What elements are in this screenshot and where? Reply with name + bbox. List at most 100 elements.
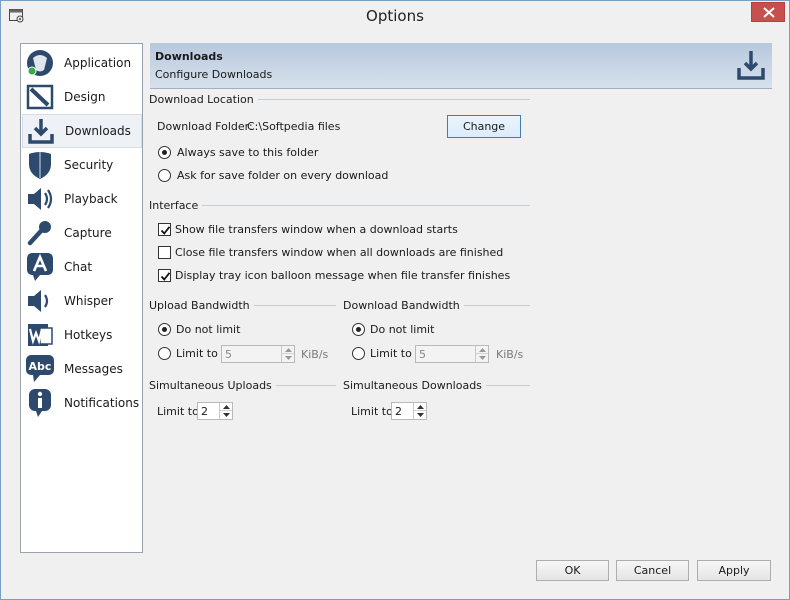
ask-folder-radio[interactable]	[158, 169, 171, 182]
page-header: Downloads Configure Downloads	[150, 43, 772, 89]
uploads-limit-label: Limit to	[157, 405, 199, 418]
chat-icon	[24, 251, 56, 283]
sidebar-item-label: Security	[64, 158, 114, 172]
close-window-label: Close file transfers window when all dow…	[175, 246, 504, 259]
upload-bandwidth-group-label: Upload Bandwidth	[149, 299, 254, 312]
sidebar-item-messages[interactable]: Abc Messages	[22, 352, 142, 386]
sidebar-item-whisper[interactable]: Whisper	[22, 284, 142, 318]
hotkeys-icon	[24, 319, 56, 351]
options-window: Options Application Design Downloads Sec…	[0, 0, 790, 600]
interface-group-label: Interface	[149, 199, 203, 212]
sidebar-item-label: Whisper	[64, 294, 113, 308]
chevron-up-icon[interactable]	[476, 346, 488, 354]
options-sidebar: Application Design Downloads Security Pl…	[20, 43, 143, 553]
stepper-arrows[interactable]	[219, 403, 232, 419]
sidebar-item-label: Chat	[64, 260, 93, 274]
always-save-radio[interactable]	[158, 146, 171, 159]
stepper-arrows[interactable]	[475, 346, 488, 362]
close-button[interactable]	[751, 2, 785, 22]
design-icon	[24, 81, 56, 113]
group-divider	[149, 205, 530, 206]
stepper-arrows[interactable]	[281, 346, 294, 362]
page-subtitle: Configure Downloads	[155, 68, 273, 81]
upload-unit-label: KiB/s	[301, 348, 329, 361]
chevron-up-icon[interactable]	[414, 403, 426, 411]
show-window-checkbox[interactable]	[158, 223, 171, 236]
upload-no-limit-label: Do not limit	[176, 323, 241, 336]
change-folder-button[interactable]: Change	[447, 115, 521, 138]
sidebar-item-label: Downloads	[65, 124, 131, 138]
downloads-header-icon	[736, 49, 766, 84]
page-title: Downloads	[155, 50, 223, 63]
ask-folder-label: Ask for save folder on every download	[177, 169, 389, 182]
apply-button[interactable]: Apply	[697, 560, 771, 581]
svg-text:Abc: Abc	[29, 360, 52, 373]
sidebar-item-application[interactable]: Application	[22, 46, 142, 80]
chevron-up-icon[interactable]	[220, 403, 232, 411]
simultaneous-downloads-group-label: Simultaneous Downloads	[343, 379, 486, 392]
uploads-limit-stepper[interactable]	[197, 402, 233, 420]
sidebar-item-label: Messages	[64, 362, 123, 376]
chevron-up-icon[interactable]	[282, 346, 294, 354]
always-save-label: Always save to this folder	[177, 146, 319, 159]
chevron-down-icon[interactable]	[476, 354, 488, 362]
cancel-button[interactable]: Cancel	[616, 560, 689, 581]
close-window-checkbox[interactable]	[158, 246, 171, 259]
tray-balloon-label: Display tray icon balloon message when f…	[175, 269, 511, 282]
download-limit-input[interactable]	[416, 346, 474, 362]
download-location-group-label: Download Location	[149, 93, 258, 106]
whisper-icon	[24, 285, 56, 317]
sidebar-item-hotkeys[interactable]: Hotkeys	[22, 318, 142, 352]
close-icon	[763, 7, 775, 18]
tray-balloon-checkbox[interactable]	[158, 269, 171, 282]
downloads-icon	[25, 115, 57, 147]
upload-no-limit-radio[interactable]	[158, 323, 171, 336]
sidebar-item-label: Notifications	[64, 396, 140, 410]
sidebar-item-label: Design	[64, 90, 106, 104]
info-icon	[24, 387, 56, 419]
checkmark-icon	[160, 272, 171, 281]
sidebar-item-label: Playback	[64, 192, 118, 206]
shield-icon	[24, 149, 56, 181]
download-limit-radio[interactable]	[352, 347, 365, 360]
sidebar-item-label: Application	[64, 56, 132, 70]
sidebar-item-capture[interactable]: Capture	[22, 216, 142, 250]
chevron-down-icon[interactable]	[220, 411, 232, 419]
ok-button[interactable]: OK	[536, 560, 609, 581]
download-folder-label: Download Folder:	[157, 120, 253, 133]
microphone-icon	[24, 217, 56, 249]
show-window-label: Show file transfers window when a downlo…	[175, 223, 458, 236]
uploads-limit-input[interactable]	[198, 403, 218, 419]
download-limit-stepper[interactable]	[415, 345, 489, 363]
window-title: Options	[366, 7, 424, 25]
simultaneous-uploads-group-label: Simultaneous Uploads	[149, 379, 276, 392]
download-folder-value: C:\Softpedia files	[247, 120, 341, 133]
downloads-limit-input[interactable]	[392, 403, 412, 419]
messages-icon: Abc	[24, 353, 56, 385]
sidebar-item-label: Hotkeys	[64, 328, 113, 342]
chevron-down-icon[interactable]	[282, 354, 294, 362]
upload-limit-stepper[interactable]	[221, 345, 295, 363]
sidebar-item-security[interactable]: Security	[22, 148, 142, 182]
download-unit-label: KiB/s	[496, 348, 524, 361]
sidebar-item-chat[interactable]: Chat	[22, 250, 142, 284]
sidebar-item-label: Capture	[64, 226, 112, 240]
checkmark-icon	[160, 226, 171, 235]
stepper-arrows[interactable]	[413, 403, 426, 419]
sidebar-item-playback[interactable]: Playback	[22, 182, 142, 216]
download-limit-label: Limit to	[370, 347, 412, 360]
upload-limit-radio[interactable]	[158, 347, 171, 360]
title-bar: Options	[1, 1, 789, 31]
sidebar-item-notifications[interactable]: Notifications	[22, 386, 142, 420]
downloads-limit-label: Limit to	[351, 405, 393, 418]
downloads-limit-stepper[interactable]	[391, 402, 427, 420]
sidebar-item-design[interactable]: Design	[22, 80, 142, 114]
download-bandwidth-group-label: Download Bandwidth	[343, 299, 464, 312]
sidebar-item-downloads[interactable]: Downloads	[22, 114, 142, 148]
speaker-icon	[24, 183, 56, 215]
upload-limit-label: Limit to	[176, 347, 218, 360]
application-icon	[24, 47, 56, 79]
download-no-limit-radio[interactable]	[352, 323, 365, 336]
chevron-down-icon[interactable]	[414, 411, 426, 419]
upload-limit-input[interactable]	[222, 346, 280, 362]
